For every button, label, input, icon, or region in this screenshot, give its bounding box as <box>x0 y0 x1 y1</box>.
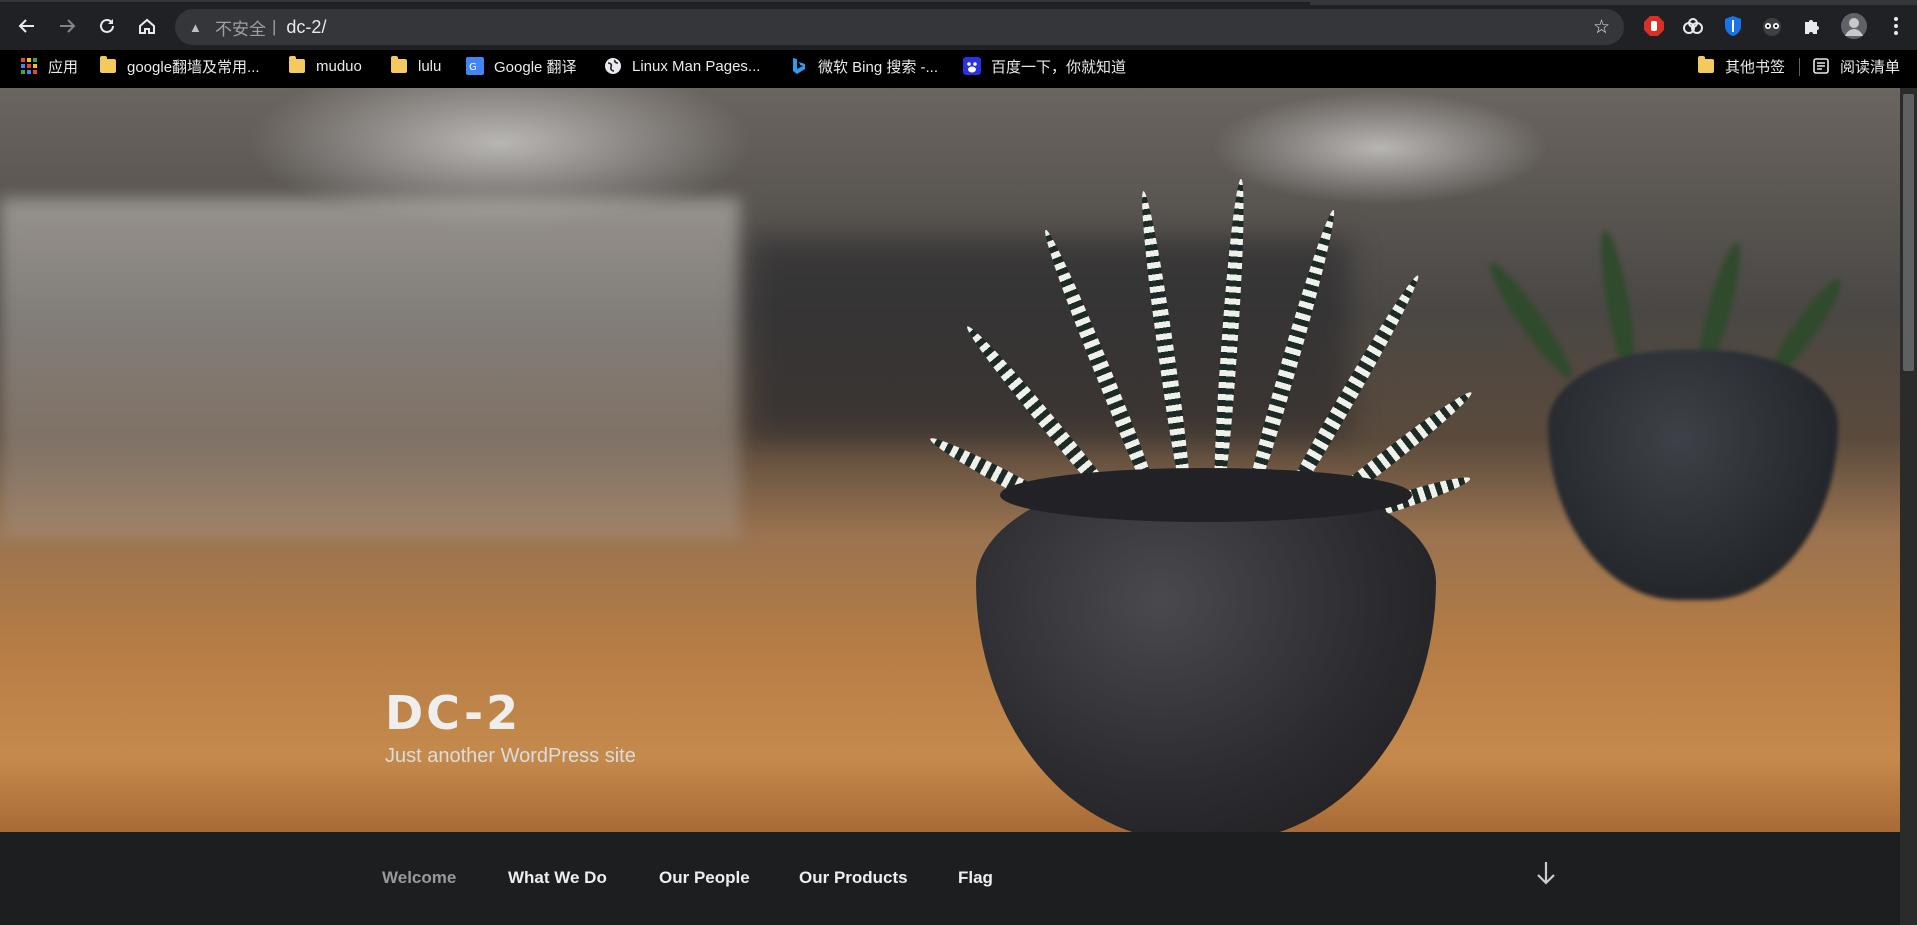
nav-item-flag[interactable]: Flag <box>958 868 993 888</box>
reading-list-icon <box>1812 57 1830 75</box>
nav-item-our-products[interactable]: Our Products <box>799 868 908 888</box>
folder-icon <box>1697 56 1715 75</box>
tampermonkey-extension-icon[interactable] <box>1760 14 1784 38</box>
bookmark-star-icon[interactable]: ☆ <box>1593 16 1610 39</box>
hero-back-leaf <box>1481 257 1581 385</box>
nav-item-welcome[interactable]: Welcome <box>382 868 456 888</box>
folder-icon <box>99 56 117 75</box>
arrow-left-icon <box>18 19 34 33</box>
hero-background-shelf <box>750 238 1350 438</box>
warning-icon: ▲ <box>189 19 202 35</box>
tab-strip <box>1310 2 1917 5</box>
home-icon <box>139 18 155 34</box>
omnibox-separator: | <box>272 17 277 36</box>
address-bar[interactable]: ▲ 不安全 | dc-2/ ☆ <box>175 9 1624 45</box>
bookmarks-divider <box>1799 58 1800 76</box>
site-navigation: Welcome What We Do Our People Our Produc… <box>0 832 1900 925</box>
bookmark-google-proxy[interactable]: google翻墙及常用... <box>99 50 260 82</box>
globe-icon <box>604 57 622 75</box>
bookmark-linux-man-pages[interactable]: Linux Man Pages... <box>604 50 760 82</box>
baidu-icon <box>963 57 981 75</box>
url-text[interactable]: dc-2/ <box>286 17 326 38</box>
adblock-extension-icon[interactable] <box>1642 14 1666 38</box>
bookmark-google-translate[interactable]: G Google 翻译 <box>466 50 577 82</box>
arrow-right-icon <box>60 19 76 33</box>
profile-avatar[interactable] <box>1840 12 1868 40</box>
nav-item-our-people[interactable]: Our People <box>659 868 750 888</box>
bookmark-label: google翻墙及常用... <box>127 58 260 76</box>
cloud-extension-icon[interactable] <box>1681 14 1705 38</box>
reload-button[interactable] <box>93 12 121 40</box>
hero-pot <box>976 471 1436 832</box>
bookmark-other-folder[interactable]: 其他书签 <box>1697 50 1785 82</box>
svg-text:G: G <box>469 62 477 73</box>
reading-list-button[interactable]: 阅读清单 <box>1812 50 1900 82</box>
menu-kebab-icon[interactable] <box>1884 14 1908 38</box>
reload-icon <box>100 18 114 33</box>
arrow-down-icon[interactable] <box>1536 860 1556 893</box>
apps-grid-icon <box>20 57 38 75</box>
nav-item-what-we-do[interactable]: What We Do <box>508 868 607 888</box>
bookmark-label: muduo <box>316 57 362 75</box>
other-bookmarks-label: 其他书签 <box>1725 58 1786 76</box>
bookmark-apps[interactable]: 应用 <box>20 50 78 82</box>
bing-icon <box>790 57 808 75</box>
scrollbar-thumb[interactable] <box>1903 94 1914 371</box>
browser-toolbar: ▲ 不安全 | dc-2/ ☆ <box>0 0 1917 50</box>
bookmark-label: Google 翻译 <box>494 58 577 76</box>
bookmark-label: 应用 <box>48 58 79 76</box>
shield-extension-icon[interactable] <box>1721 14 1745 38</box>
hero-pot-rim <box>1000 468 1412 522</box>
home-button[interactable] <box>133 12 161 40</box>
bookmark-bing[interactable]: 微软 Bing 搜索 -... <box>790 50 938 82</box>
folder-icon <box>288 56 306 75</box>
google-translate-icon: G <box>466 57 484 75</box>
back-button[interactable] <box>13 12 41 40</box>
bookmark-muduo[interactable]: muduo <box>288 50 362 82</box>
reading-list-label: 阅读清单 <box>1840 58 1901 76</box>
site-description: Just another WordPress site <box>385 745 636 767</box>
hero-background-wall <box>0 198 740 538</box>
bookmark-baidu[interactable]: 百度一下，你就知道 <box>963 50 1126 82</box>
bookmark-label: lulu <box>418 57 442 75</box>
bookmark-label: 百度一下，你就知道 <box>991 58 1127 76</box>
bookmark-label: 微软 Bing 搜索 -... <box>818 58 939 76</box>
puzzle-extensions-icon[interactable] <box>1800 14 1824 38</box>
page-viewport: DC-2 Just another WordPress site Welcome… <box>0 88 1900 925</box>
security-label: 不安全 <box>215 19 266 39</box>
page-scrollbar[interactable] <box>1900 88 1917 925</box>
bookmark-label: Linux Man Pages... <box>632 57 761 75</box>
folder-icon <box>390 56 408 75</box>
site-title[interactable]: DC-2 <box>385 686 521 740</box>
hero-back-pot <box>1548 350 1838 600</box>
forward-button[interactable] <box>53 12 81 40</box>
bookmark-lulu[interactable]: lulu <box>390 50 441 82</box>
hero-header-image: DC-2 Just another WordPress site <box>0 88 1900 832</box>
